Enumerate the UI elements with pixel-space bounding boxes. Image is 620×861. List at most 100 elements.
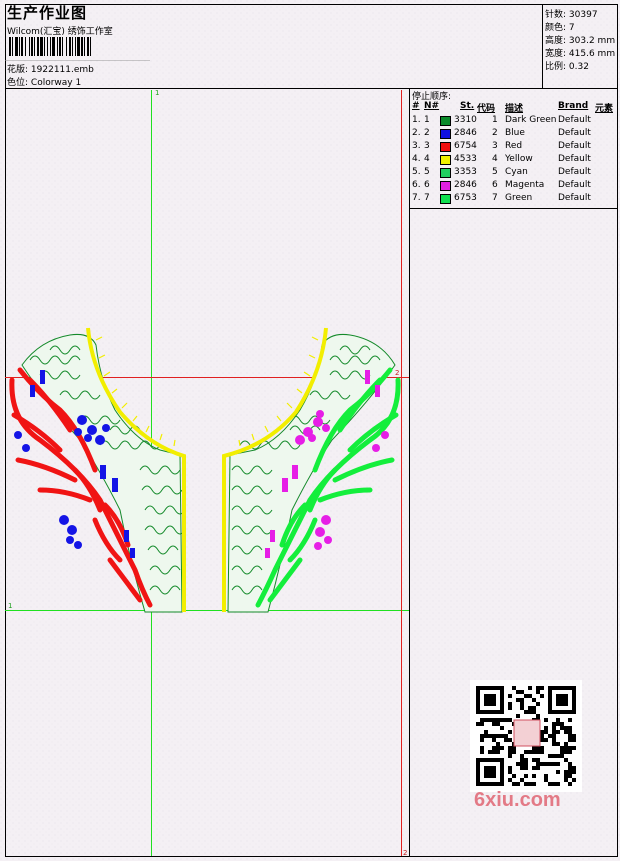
qr-module: [540, 734, 544, 738]
qr-module: [536, 762, 540, 766]
qr-module: [572, 766, 576, 770]
qr-module: [516, 714, 520, 718]
barcode-bar: [47, 37, 48, 56]
barcode-bar: [15, 37, 18, 56]
row-num: 2.: [412, 128, 421, 138]
qr-module: [556, 722, 560, 726]
row-brand: Default: [558, 154, 591, 164]
qr-module: [488, 718, 492, 722]
qr-module: [520, 762, 524, 766]
row-num: 5.: [412, 167, 421, 177]
qr-module: [572, 738, 576, 742]
qr-module: [568, 762, 572, 766]
table-row: 2. 2 2846 2 Blue Default: [410, 127, 618, 140]
qr-module: [500, 726, 504, 730]
qr-module: [480, 750, 484, 754]
qr-module: [568, 750, 572, 754]
row-code: 5: [492, 167, 498, 177]
qr-module: [520, 766, 524, 770]
row-code: 3: [492, 141, 498, 151]
col-brand: Brand: [558, 101, 589, 111]
qr-module: [532, 698, 536, 702]
barcode-bar: [31, 37, 33, 56]
color-swatch: [440, 155, 451, 165]
qr-module: [528, 710, 532, 714]
barcode-bar: [81, 37, 83, 56]
row-stitches: 2846: [454, 128, 477, 138]
watermark-text: 6xiu.com: [474, 789, 561, 811]
qr-module: [544, 762, 548, 766]
col-needle: N#: [424, 101, 440, 111]
col-stitches: St.: [460, 101, 475, 111]
barcode-bar: [37, 37, 39, 56]
barcode-bar: [21, 37, 23, 56]
qr-module: [496, 742, 500, 746]
qr-module: [568, 726, 572, 730]
table-row: 1. 1 3310 1 Dark Green Default: [410, 114, 618, 127]
qr-module: [544, 738, 548, 742]
qr-module: [552, 762, 556, 766]
barcode-bar: [19, 37, 20, 56]
qr-code: [470, 680, 582, 792]
row-code: 4: [492, 154, 498, 164]
qr-finder: [484, 694, 496, 706]
row-description: Cyan: [505, 167, 528, 177]
table-header: # N# St. 代码 描述 Brand 元素: [410, 101, 618, 114]
qr-module: [512, 746, 516, 750]
qr-module: [488, 734, 492, 738]
barcode-bar: [59, 37, 61, 56]
barcode-bar: [57, 37, 58, 56]
row-code: 2: [492, 128, 498, 138]
qr-module: [572, 746, 576, 750]
design-label: 花版:: [7, 65, 29, 75]
qr-module: [492, 750, 496, 754]
qr-module: [564, 774, 568, 778]
qr-module: [568, 782, 572, 786]
qr-module: [492, 746, 496, 750]
qr-module: [540, 762, 544, 766]
qr-module: [524, 710, 528, 714]
table-row: 4. 4 4533 4 Yellow Default: [410, 153, 618, 166]
qr-module: [552, 722, 556, 726]
qr-module: [484, 734, 488, 738]
qr-module: [492, 738, 496, 742]
qr-module: [528, 782, 532, 786]
row-needle: 1: [424, 115, 430, 125]
qr-module: [564, 746, 568, 750]
qr-module: [532, 766, 536, 770]
row-num: 6.: [412, 180, 421, 190]
barcode-bar: [62, 37, 63, 56]
qr-module: [516, 762, 520, 766]
qr-module: [572, 778, 576, 782]
barcode-bar: [40, 37, 43, 56]
qr-module: [524, 774, 528, 778]
qr-finder: [556, 694, 568, 706]
table-row: 7. 7 6753 7 Green Default: [410, 192, 618, 205]
qr-module: [544, 718, 548, 722]
qr-module: [480, 734, 484, 738]
qr-module: [480, 738, 484, 742]
qr-module: [508, 746, 512, 750]
qr-module: [512, 686, 516, 690]
qr-module: [552, 754, 556, 758]
barcode-bar: [9, 37, 11, 56]
qr-module: [536, 758, 540, 762]
qr-module: [524, 766, 528, 770]
qr-module: [532, 774, 536, 778]
h-guide-label: 1: [8, 602, 12, 610]
qr-module: [496, 734, 500, 738]
qr-module: [564, 778, 568, 782]
qr-module: [508, 718, 512, 722]
qr-module: [532, 706, 536, 710]
row-brand: Default: [558, 180, 591, 190]
qr-module: [528, 686, 532, 690]
barcode-bar: [84, 37, 85, 56]
qr-module: [572, 734, 576, 738]
qr-module: [508, 730, 512, 734]
col-element: 元素: [595, 104, 614, 114]
qr-module: [528, 750, 532, 754]
row-needle: 2: [424, 128, 430, 138]
qr-module: [556, 742, 560, 746]
row-brand: Default: [558, 128, 591, 138]
qr-module: [556, 782, 560, 786]
